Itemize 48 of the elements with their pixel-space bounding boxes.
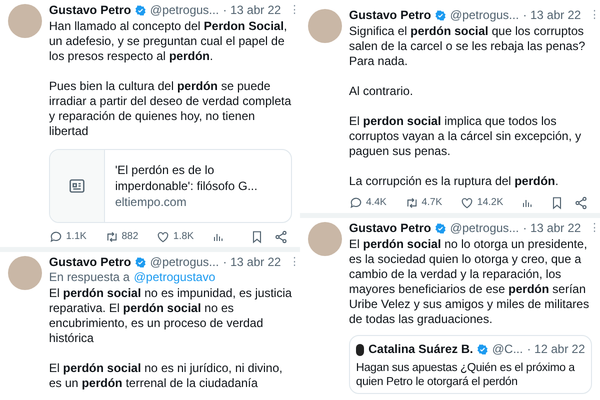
quoted-text: Hagan sus apuestas ¿Quién es el próximo a quien Petro le otorgará el perdón bbox=[356, 361, 576, 389]
tweet-date[interactable]: · 13 abr 22 bbox=[222, 3, 281, 18]
bookmark-icon[interactable] bbox=[550, 196, 564, 210]
tweet-text: El perdon social implica que todos los corruptos vayan a la cárcel sin excepción, y paguen sus penas. bbox=[349, 114, 582, 159]
share-icon[interactable] bbox=[274, 230, 288, 244]
handle[interactable]: @petrogus... bbox=[150, 3, 219, 18]
heart-icon[interactable] bbox=[460, 196, 474, 210]
handle[interactable]: @petrogus... bbox=[450, 8, 519, 23]
retweet-icon[interactable] bbox=[404, 196, 419, 210]
count: 4.7K bbox=[422, 196, 442, 210]
tweet-text: La corrupción es la ruptura del perdón. bbox=[349, 174, 560, 189]
tweet-date[interactable]: · 13 abr 22 bbox=[522, 221, 581, 236]
count: 1.8K bbox=[173, 230, 194, 244]
tweet-text: Al contrario. bbox=[349, 84, 414, 99]
handle[interactable]: @petrogus... bbox=[150, 255, 219, 270]
count: 14.2K bbox=[477, 196, 504, 210]
tweet-text: Pues bien la cultura del perdón se puede irradiar a partir del deseo de verdad completa y reparación de quienes hoy, no tienen libertad bbox=[49, 79, 292, 139]
reply-icon[interactable] bbox=[49, 230, 63, 244]
count: 4.4K bbox=[366, 196, 387, 210]
card-domain: eltiempo.com bbox=[115, 194, 188, 210]
reply-icon[interactable] bbox=[349, 196, 363, 210]
count: 882 bbox=[122, 230, 138, 244]
quoted-tweet[interactable]: Catalina Suárez B. @C... · 12 abr 22 Hagan sus apuestas ¿Quién es el próximo a quien Petro le otorgará el perdón bbox=[349, 335, 592, 394]
author-name[interactable]: Gustavo Petro bbox=[349, 8, 432, 23]
article-icon bbox=[68, 177, 86, 195]
count: 1.1K bbox=[66, 230, 87, 244]
heart-icon[interactable] bbox=[156, 230, 170, 244]
handle[interactable]: @petrogus... bbox=[450, 221, 519, 236]
reply-label: En respuesta a bbox=[49, 270, 130, 285]
card-title: 'El perdón es de lo imperdonable': filósofo G... bbox=[115, 162, 258, 194]
tweet-text: Significa el perdón social que los corruptos salen de la carcel o se les rebaja las penas? Para nada. bbox=[349, 24, 586, 69]
avatar bbox=[356, 344, 364, 356]
tweet-text: El perdón social no es impunidad, es justicia reparativa. El perdón social no es encubrimiento, es un proceso de verdad histórica bbox=[49, 286, 292, 346]
tweet-date: · 12 abr 22 bbox=[526, 342, 585, 357]
tweet-text: El perdón social no es ni jurídico, ni divino, es un perdón terrenal de la ciudadanía bbox=[49, 361, 284, 391]
tweet-text: El perdón social no lo otorga un presidente, es la sociedad quien lo otorga y creo, que a cambio de la verdad y la reparación, los mayores beneficiarios de ese perdón serían Uribe Velez y sus amigos y miles de militares de todas las graduaciones. bbox=[349, 237, 590, 327]
tweet-date[interactable]: · 13 abr 22 bbox=[522, 8, 581, 23]
author-name[interactable]: Gustavo Petro bbox=[349, 221, 432, 236]
retweet-icon[interactable] bbox=[104, 230, 119, 244]
author-name[interactable]: Gustavo Petro bbox=[49, 3, 132, 18]
link-card[interactable]: 'El perdón es de lo imperdonable': filósofo G... eltiempo.com bbox=[49, 149, 292, 223]
handle: @C... bbox=[492, 342, 523, 357]
author-name[interactable]: Gustavo Petro bbox=[49, 255, 132, 270]
tweet-date[interactable]: · 13 abr 22 bbox=[222, 255, 281, 270]
tweet-text: Han llamado al concepto del Perdon Social, un adefesio, y se preguntan cual el papel de los presos respecto al perdón. bbox=[49, 19, 288, 64]
author-name: Catalina Suárez B. bbox=[368, 342, 474, 357]
bookmark-icon[interactable] bbox=[250, 230, 264, 244]
share-icon[interactable] bbox=[574, 196, 588, 210]
